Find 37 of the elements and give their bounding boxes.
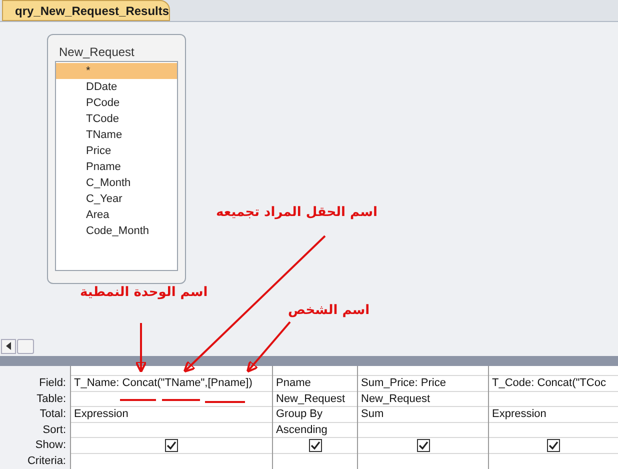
annotation-text: اسم الشخص [288,302,370,320]
grid-cell[interactable]: T_Name: Concat("TName",[Pname]) [71,376,272,392]
underline-mark [205,401,245,403]
grid-cell[interactable]: T_Code: Concat("TCoc [489,376,618,392]
grid-cell[interactable]: Expression [71,407,272,422]
annotation-arrow [135,323,147,373]
underline-mark [120,399,156,401]
field-item[interactable]: PCode [56,95,177,111]
row-label: Table: [36,392,66,406]
table-title: New_Request [58,44,136,61]
show-checkbox[interactable] [547,438,560,452]
scroll-left-button[interactable] [1,338,16,354]
underline-mark [162,399,200,401]
row-label: Field: [39,376,66,391]
annotation-text: اسم الوحدة النمطية [80,284,208,302]
annotation-text: اسم الحقل المراد تجميعه [216,204,378,222]
document-tab[interactable]: qry_New_Request_Results [2,0,170,21]
field-item[interactable]: DDate [56,79,177,95]
show-checkbox[interactable] [416,438,430,452]
field-item[interactable]: C_Month [56,175,177,191]
field-item[interactable]: TName [56,127,177,143]
grid-cell[interactable]: Expression [489,407,618,422]
row-label: Show: [35,438,66,453]
show-checkbox[interactable] [308,438,322,452]
field-item[interactable]: Code_Month [56,223,177,239]
scroll-thumb[interactable] [17,338,34,354]
row-label: Total: [40,407,66,422]
left-arrow-icon [6,342,12,350]
field-item[interactable]: * [56,63,177,79]
row-label: Sort: [42,422,66,438]
field-item[interactable]: C_Year [56,191,177,207]
show-checkbox[interactable] [165,438,178,452]
field-item[interactable]: Price [56,143,177,159]
row-label: Criteria: [27,454,66,468]
field-item[interactable]: Pname [56,159,177,175]
field-item[interactable]: Area [56,207,177,223]
field-item[interactable]: TCode [56,111,177,127]
